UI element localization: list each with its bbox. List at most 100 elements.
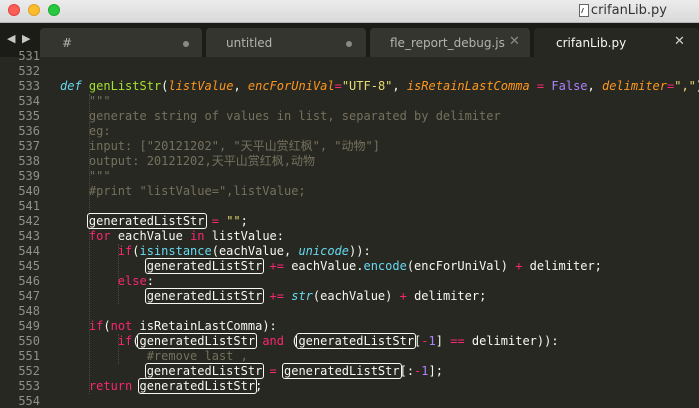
window-title: crifanLib.py [590,3,667,18]
string-token: "UTF-8" [341,79,393,93]
keyword-token: for [88,229,111,243]
line-number: 534 [18,94,40,108]
minimize-window-button[interactable] [28,4,40,16]
code-editor[interactable]: 531 532 533 534 535 536 537 538 539 540 541 542 543… [0,49,699,408]
code-token: isRetainLastComma [406,79,530,93]
highlighted-symbol: generatedListStr [86,213,207,229]
keyword-token: - [421,334,429,348]
back-arrow-icon[interactable]: ◀ [7,32,15,45]
code-line[interactable]: def genListStr(listValue, encForUniVal="… [60,79,699,94]
code-token: unicode [298,244,350,258]
code-line[interactable]: if(not isRetainLastComma): [60,319,277,334]
highlighted-symbol: generatedListStr [282,363,402,379]
highlighted-symbol: generatedListStr [144,258,265,274]
line-number: 551 [18,349,40,363]
line-number: 535 [18,109,40,123]
line-number: 542 [18,214,40,228]
modified-dot-icon[interactable] [183,41,189,47]
comment-token: input: ["20121202", "天平山赏红枫", "动物"] [88,139,380,153]
tab-label: crifanLib.py [556,36,627,50]
code-token: encode [363,259,407,273]
comment-token: #print "listValue=",listValue; [88,184,306,198]
keyword-token: else [117,274,147,288]
comment-token: eg: [88,124,111,138]
code-line[interactable]: generatedListStr = generatedListStr[:-1]… [60,363,443,379]
window-titlebar: crifanLib.py [0,0,699,23]
line-number: 553 [18,379,40,393]
modified-dot-icon[interactable] [346,41,352,47]
code-line[interactable]: eg: [60,124,111,139]
close-tab-icon[interactable]: ✕ [509,34,520,49]
comment-token: generate string of values in list, separ… [88,109,501,123]
comment-token: """ [88,94,111,108]
code-line[interactable]: if(generatedListStr and (generatedListSt… [60,333,559,349]
code-token: 1 [428,334,436,348]
code-line[interactable]: generatedListStr += str(eachValue) + del… [60,288,486,304]
keyword-token: + [515,259,523,273]
keyword-token: return [88,379,133,393]
highlighted-symbol: generatedListStr [137,378,258,394]
highlighted-symbol: generatedListStr [144,288,265,304]
code-line[interactable]: input: ["20121202", "天平山赏红枫", "动物"] [60,139,380,154]
code-line[interactable]: generate string of values in list, separ… [60,109,501,124]
keyword-token: += [269,289,284,303]
line-number: 550 [18,334,40,348]
line-number: 548 [18,304,40,318]
string-token: "" [226,214,241,228]
code-line[interactable]: """ [60,169,111,184]
code-line[interactable]: output: 20121202,天平山赏红枫,动物 [60,154,315,169]
keyword-token: and [262,334,284,348]
string-token: "," [674,79,696,93]
keyword-token: += [269,259,284,273]
keyword-token: = [536,79,545,93]
comment-token: """ [88,169,111,183]
highlighted-symbol: generatedListStr [137,333,258,349]
code-token: str [291,289,313,303]
code-line[interactable]: #print "listValue=",listValue; [60,184,306,199]
line-number: 533 [18,79,40,93]
forward-arrow-icon[interactable]: ▶ [22,32,30,45]
keyword-token: = [269,364,277,378]
tab-hash[interactable]: # [40,28,202,57]
highlighted-symbol: generatedListStr [144,363,265,379]
keyword-token: if [88,319,104,333]
close-window-button[interactable] [8,4,20,16]
comment-token: #remove last , [146,349,248,363]
line-number: 537 [18,139,40,153]
line-number: 541 [18,199,40,213]
python-file-icon [579,4,589,17]
line-number: 538 [18,154,40,168]
line-number: 545 [18,259,40,273]
code-token: listValue [168,79,234,93]
code-token: isinstance [139,244,212,258]
maximize-window-button[interactable] [48,4,60,16]
tab-crifanlib[interactable]: crifanLib.py ✕ [534,28,699,57]
tab-label: untitled [226,36,273,50]
tab-fle-report-debug[interactable]: fle_report_debug.js ✕ [370,28,530,57]
tab-label: fle_report_debug.js [390,36,505,50]
code-line[interactable]: #remove last , [60,349,248,364]
line-number: 552 [18,364,40,378]
close-tab-icon[interactable]: ✕ [674,34,685,49]
code-line[interactable]: generatedListStr += eachValue.encode(enc… [60,258,602,274]
line-number: 540 [18,184,40,198]
line-number: 554 [18,394,40,408]
line-number: 547 [18,289,40,303]
code-line[interactable]: else: [60,274,154,289]
tab-label: # [62,36,73,50]
line-number: 544 [18,244,40,258]
keyword-token: = [211,214,219,228]
line-number: 546 [18,274,40,288]
code-line[interactable]: generatedListStr = ""; [60,213,248,229]
code-line[interactable]: if(isinstance(eachValue, unicode)): [60,244,371,259]
code-line[interactable]: return generatedListStr; [60,378,262,394]
code-line[interactable]: for eachValue in listValue: [60,229,284,244]
keyword-token: if [117,244,133,258]
tab-untitled[interactable]: untitled [206,28,366,57]
keyword-token: + [399,289,407,303]
code-line[interactable]: """ [60,94,111,109]
keyword-token: if [117,334,133,348]
line-number-gutter: 531 532 533 534 535 536 537 538 539 540 541 542 543… [0,49,48,408]
line-number: 539 [18,169,40,183]
line-number: 549 [18,319,40,333]
